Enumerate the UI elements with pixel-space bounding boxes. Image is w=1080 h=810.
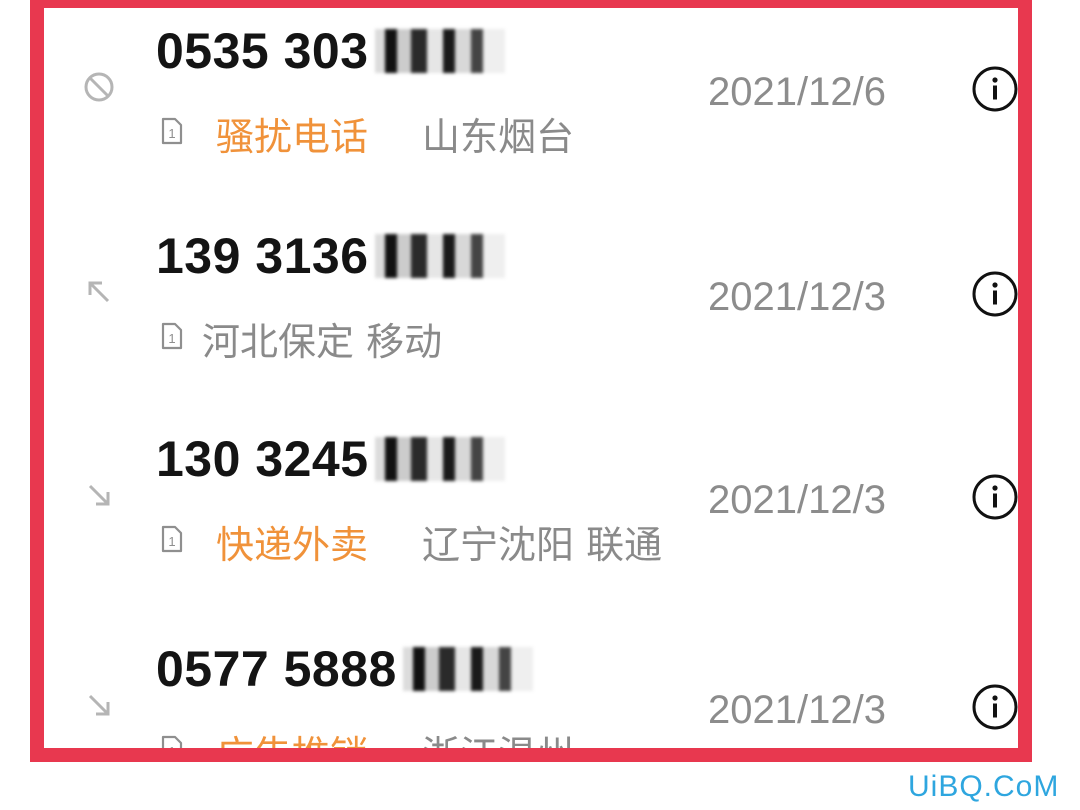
incoming-call-icon	[88, 694, 110, 716]
info-icon[interactable]	[972, 66, 1018, 112]
call-log-item[interactable]: 0577 5888 1 广告推销 浙江温州 2021/12/3	[44, 626, 1018, 762]
call-tag: 广告推销	[216, 733, 369, 762]
phone-number: 139 3136	[156, 231, 505, 282]
info-icon[interactable]	[972, 684, 1018, 730]
outgoing-call-icon	[88, 281, 110, 303]
call-log-item[interactable]: 0535 303 1 骚扰电话 山东烟台 2021/12/6	[44, 8, 1018, 208]
phone-number-text: 0577 5888	[156, 641, 397, 697]
redacted-digits	[402, 646, 533, 691]
call-location: 浙江温州	[422, 733, 575, 762]
call-date: 2021/12/3	[708, 478, 886, 522]
sim-slot-label: 1	[168, 331, 175, 346]
phone-number-text: 139 3136	[156, 228, 369, 284]
call-date: 2021/12/3	[708, 688, 886, 732]
call-tag: 骚扰电话	[216, 115, 369, 159]
info-icon[interactable]	[972, 474, 1018, 520]
redacted-digits	[374, 28, 505, 73]
incoming-call-icon	[88, 484, 110, 506]
redacted-digits	[374, 233, 505, 278]
phone-number-text: 0535 303	[156, 23, 369, 79]
phone-number: 130 3245	[156, 434, 505, 485]
blocked-icon	[84, 72, 114, 102]
sim-card-icon: 1	[161, 322, 183, 350]
call-date: 2021/12/3	[708, 275, 886, 319]
call-location: 河北保定 移动	[202, 320, 443, 364]
call-log-item[interactable]: 139 3136 1 河北保定 移动 2021/12/3	[44, 213, 1018, 413]
call-tag: 快递外卖	[216, 523, 369, 567]
sim-card-icon: 1	[161, 525, 183, 553]
call-date: 2021/12/6	[708, 70, 886, 114]
sim-card-icon: 1	[161, 117, 183, 145]
sim-slot-label: 1	[168, 744, 175, 759]
call-log-item[interactable]: 130 3245 1 快递外卖 辽宁沈阳 联通 2021/12/3	[44, 416, 1018, 616]
call-location: 辽宁沈阳 联通	[422, 523, 663, 567]
redacted-digits	[374, 436, 505, 481]
phone-number: 0535 303	[156, 26, 505, 77]
info-icon[interactable]	[972, 271, 1018, 317]
call-location: 山东烟台	[422, 115, 575, 159]
watermark: UiBQ.CoM	[908, 770, 1060, 803]
call-log-list: 0535 303 1 骚扰电话 山东烟台 2021/12/6 139 3136	[30, 0, 1032, 762]
sim-slot-label: 1	[168, 126, 175, 141]
phone-number: 0577 5888	[156, 644, 533, 695]
sim-card-icon: 1	[161, 735, 183, 759]
sim-slot-label: 1	[168, 534, 175, 549]
phone-number-text: 130 3245	[156, 431, 369, 487]
screenshot: 0535 303 1 骚扰电话 山东烟台 2021/12/6 139 3136	[0, 0, 1080, 810]
